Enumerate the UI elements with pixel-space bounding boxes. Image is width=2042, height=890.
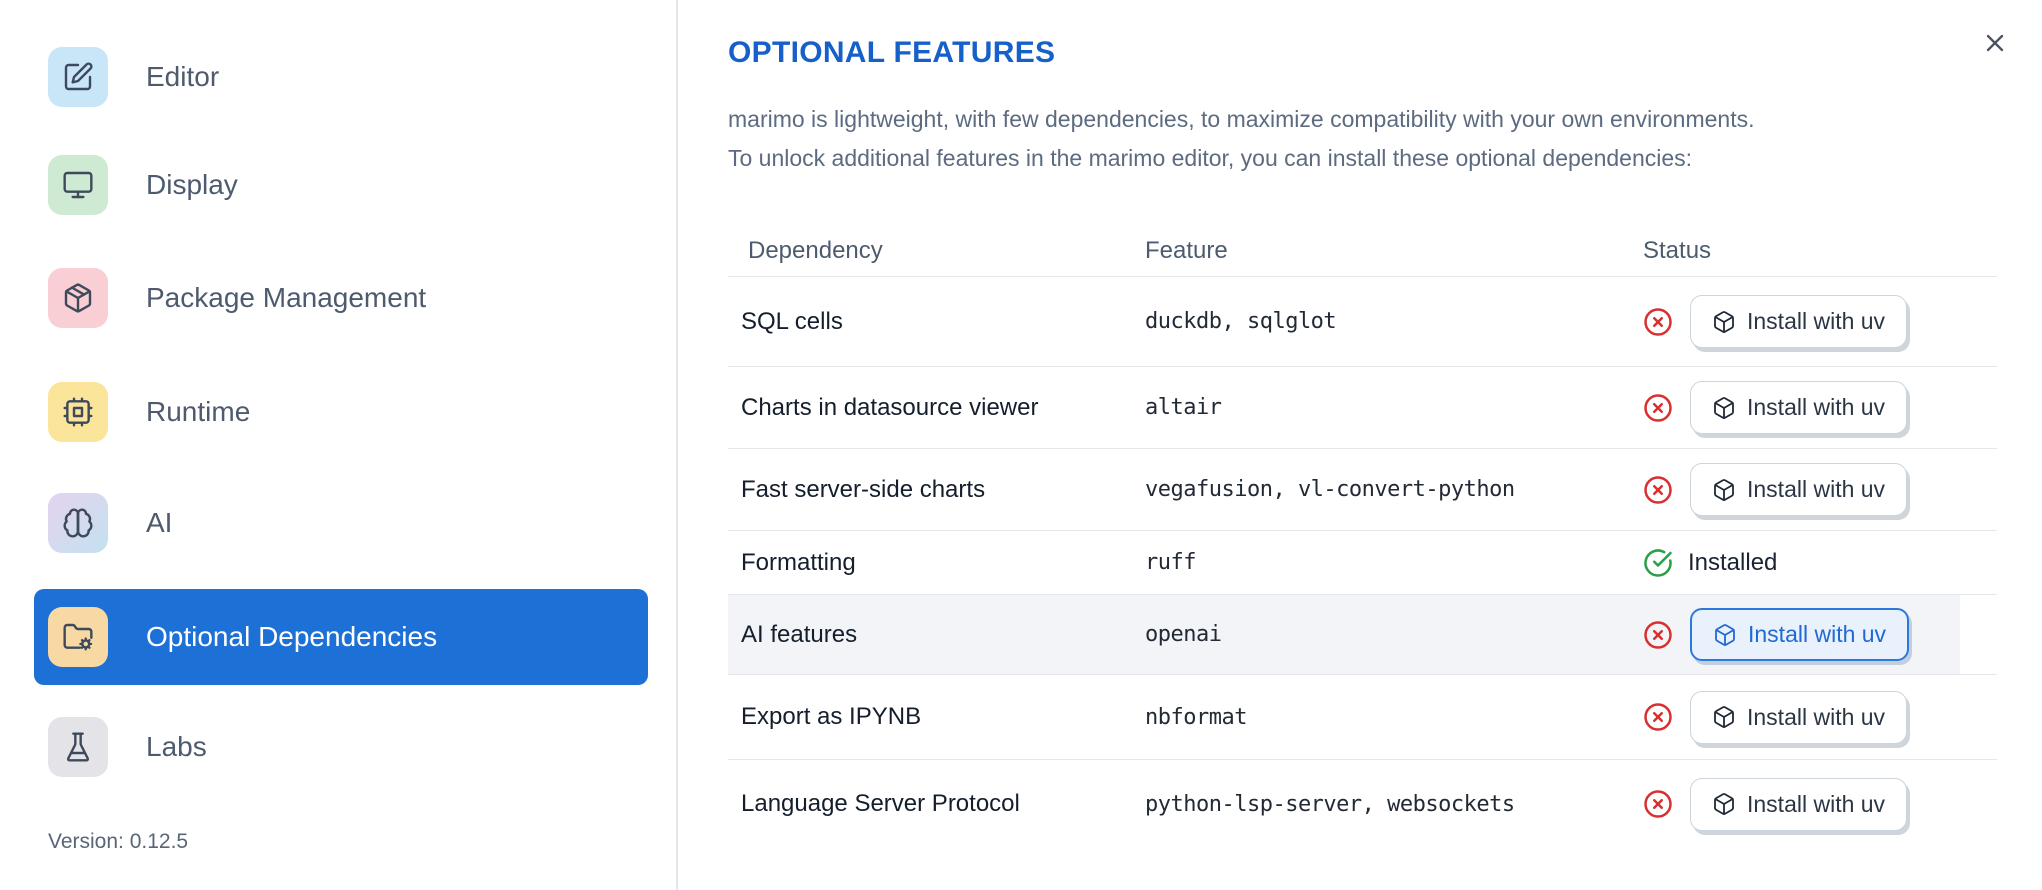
package-cube-icon — [1713, 623, 1737, 647]
dependency-cell: Charts in datasource viewer — [741, 393, 1039, 421]
table-row: Charts in datasource viewer altair Insta… — [728, 367, 1997, 449]
status-cell: Install with uv — [1633, 777, 1997, 831]
sidebar-item-runtime[interactable]: Runtime — [48, 382, 250, 442]
status-cell: Install with uv — [1633, 608, 1997, 661]
dependency-cell: Language Server Protocol — [741, 790, 1020, 817]
column-header-status: Status — [1643, 236, 1712, 264]
status-cell: Install with uv — [1633, 463, 1997, 516]
dependencies-table: Dependency Feature Status SQL cells duck… — [728, 225, 1997, 848]
install-with-uv-button[interactable]: Install with uv — [1690, 608, 1910, 661]
status-missing-icon — [1643, 702, 1673, 732]
sidebar-item-labs[interactable]: Labs — [48, 717, 207, 777]
sidebar-item-display[interactable]: Display — [48, 155, 238, 215]
panel-description: marimo is lightweight, with few dependen… — [728, 100, 1998, 178]
package-cube-icon — [1712, 396, 1736, 420]
table-row: Fast server-side charts vegafusion, vl-c… — [728, 449, 1997, 531]
sidebar-item-ai[interactable]: AI — [48, 493, 172, 553]
status-missing-icon — [1643, 307, 1673, 337]
status-cell: Install with uv — [1633, 295, 1997, 348]
installed-label: Installed — [1688, 548, 1778, 576]
sidebar-item-label: Editor — [146, 61, 220, 92]
table-row: AI features openai Install with uv — [728, 595, 1997, 675]
sidebar-item-editor[interactable]: Editor — [48, 47, 219, 107]
status-missing-icon — [1643, 620, 1673, 650]
cpu-icon — [48, 382, 108, 442]
install-button-label: Install with uv — [1748, 621, 1887, 647]
settings-sidebar: Editor Display Package Management Runtim… — [0, 0, 678, 890]
install-button-label: Install with uv — [1747, 308, 1886, 334]
status-installed-icon — [1643, 548, 1673, 578]
package-icon — [48, 268, 108, 328]
install-button-label: Install with uv — [1747, 790, 1886, 817]
optional-features-panel: OPTIONAL FEATURES marimo is lightweight,… — [678, 0, 2042, 890]
feature-cell: python-lsp-server, websockets — [1145, 791, 1515, 817]
edit-icon — [48, 47, 108, 107]
status-cell: Install with uv — [1633, 690, 1997, 744]
sidebar-item-optional-dependencies[interactable]: Optional Dependencies — [34, 589, 648, 685]
description-line-1: marimo is lightweight, with few dependen… — [728, 106, 1755, 132]
folder-cog-icon — [48, 607, 108, 667]
description-line-2: To unlock additional features in the mar… — [728, 145, 1693, 171]
version-label: Version: 0.12.5 — [48, 830, 189, 853]
dependency-cell: Formatting — [741, 548, 856, 576]
package-cube-icon — [1712, 705, 1736, 729]
dependency-cell: Export as IPYNB — [741, 703, 922, 730]
feature-cell: ruff — [1145, 550, 1196, 575]
install-with-uv-button[interactable]: Install with uv — [1690, 690, 1908, 744]
install-button-label: Install with uv — [1747, 394, 1886, 420]
status-missing-icon — [1643, 393, 1673, 423]
package-cube-icon — [1712, 310, 1736, 334]
table-row: SQL cells duckdb, sqlglot Install with u… — [728, 277, 1997, 367]
status-cell: Installed — [1633, 548, 1997, 578]
column-header-dependency: Dependency — [748, 236, 883, 264]
install-with-uv-button[interactable]: Install with uv — [1690, 463, 1908, 516]
install-button-label: Install with uv — [1747, 476, 1886, 502]
close-icon[interactable] — [1978, 26, 2012, 60]
sidebar-item-label: Runtime — [146, 396, 251, 427]
sidebar-item-label: Display — [146, 169, 238, 200]
dependency-cell: SQL cells — [741, 307, 843, 335]
feature-cell: altair — [1145, 395, 1222, 420]
sidebar-item-label: AI — [146, 507, 173, 538]
sidebar-item-package-management[interactable]: Package Management — [48, 268, 426, 328]
table-row: Export as IPYNB nbformat Install with uv — [728, 675, 1997, 760]
feature-cell: openai — [1145, 622, 1222, 647]
status-missing-icon — [1643, 789, 1673, 819]
status-missing-icon — [1643, 475, 1673, 505]
feature-cell: duckdb, sqlglot — [1145, 309, 1337, 334]
dependency-cell: AI features — [741, 620, 858, 648]
settings-dialog: Editor Display Package Management Runtim… — [0, 0, 2042, 890]
sidebar-item-label: Optional Dependencies — [146, 621, 438, 652]
install-with-uv-button[interactable]: Install with uv — [1690, 777, 1908, 831]
page-title: OPTIONAL FEATURES — [728, 36, 1056, 69]
status-cell: Install with uv — [1633, 381, 1997, 434]
monitor-icon — [48, 155, 108, 215]
table-header-row: Dependency Feature Status — [728, 225, 1997, 277]
install-with-uv-button[interactable]: Install with uv — [1690, 381, 1908, 434]
install-button-label: Install with uv — [1747, 703, 1886, 730]
column-header-feature: Feature — [1145, 236, 1228, 264]
package-cube-icon — [1712, 478, 1736, 502]
sidebar-item-label: Labs — [146, 731, 207, 762]
feature-cell: nbformat — [1145, 704, 1247, 730]
dependency-cell: Fast server-side charts — [741, 475, 986, 503]
package-cube-icon — [1712, 792, 1736, 816]
brain-icon — [48, 493, 108, 553]
table-row: Formatting ruff Installed — [728, 531, 1997, 595]
install-with-uv-button[interactable]: Install with uv — [1690, 295, 1908, 348]
feature-cell: vegafusion, vl-convert-python — [1145, 477, 1515, 502]
flask-icon — [48, 717, 108, 777]
sidebar-item-label: Package Management — [146, 282, 427, 313]
table-row: Language Server Protocol python-lsp-serv… — [728, 760, 1997, 848]
